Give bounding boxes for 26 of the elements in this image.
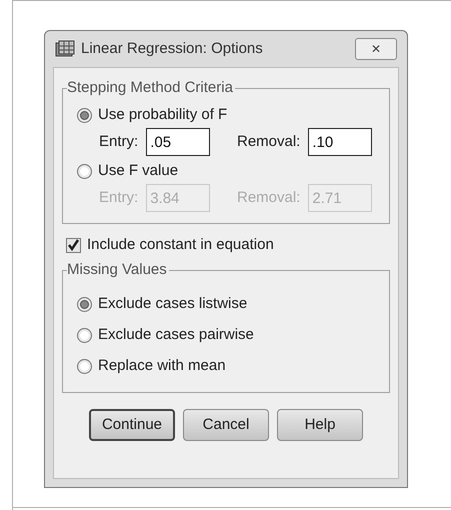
radio-button[interactable] (77, 359, 92, 374)
field-label: Removal: (237, 132, 300, 152)
radio-button[interactable] (77, 297, 92, 312)
option-label: Replace with mean (98, 356, 226, 376)
radio-button[interactable] (77, 108, 92, 122)
option-label: Exclude cases listwise (98, 294, 248, 314)
field-label: Entry: (99, 188, 138, 208)
field-label: Entry: (99, 132, 138, 152)
option-label: Exclude cases pairwise (98, 325, 254, 346)
dialog-button[interactable]: Cancel (183, 409, 269, 441)
group-title: Stepping Method Criteria (67, 79, 235, 97)
checkbox-label: Include constant in equation (87, 234, 274, 255)
window-title: Linear Regression: Options (81, 38, 263, 59)
option-label: Use F value (98, 160, 178, 181)
dialog-button[interactable]: Continue (89, 409, 175, 441)
radio-button[interactable] (77, 328, 92, 343)
table-icon (55, 40, 75, 58)
close-button[interactable]: ✕ (355, 38, 397, 60)
checkbox[interactable] (66, 238, 81, 252)
dialog-button[interactable]: Help (277, 409, 363, 441)
option-label: Use probability of F (98, 104, 228, 125)
field-label: Removal: (237, 188, 300, 208)
radio-button[interactable] (77, 164, 92, 178)
input-field[interactable]: .05 (146, 128, 210, 156)
group-title: Missing Values (67, 261, 169, 279)
input-field[interactable]: .10 (308, 128, 372, 156)
